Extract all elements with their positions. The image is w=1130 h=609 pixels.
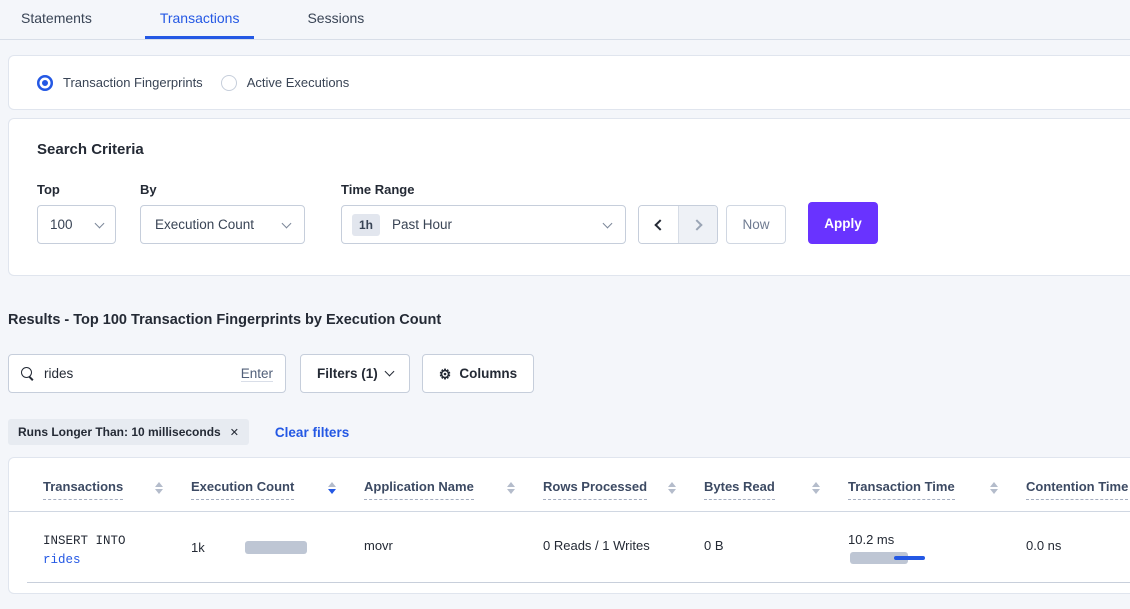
column-header-label: Rows Processed bbox=[543, 479, 647, 500]
remove-filter-icon[interactable]: ✕ bbox=[230, 426, 239, 439]
chevron-down-icon bbox=[603, 218, 613, 228]
sort-icon[interactable] bbox=[990, 482, 998, 494]
radio-active-executions[interactable]: Active Executions bbox=[221, 75, 350, 91]
column-header-rows-processed[interactable]: Rows Processed bbox=[543, 479, 704, 511]
by-field: By Execution Count bbox=[140, 182, 305, 244]
time-range-label: Time Range bbox=[341, 182, 626, 197]
transaction-time-value: 10.2 ms bbox=[848, 532, 1026, 547]
application-name-value: movr bbox=[364, 538, 543, 553]
filters-button-label: Filters (1) bbox=[317, 366, 378, 381]
view-toggle-bar: Transaction Fingerprints Active Executio… bbox=[8, 55, 1130, 110]
radio-label: Active Executions bbox=[247, 75, 350, 90]
search-icon bbox=[21, 367, 34, 380]
transaction-fingerprint-link[interactable]: rides bbox=[43, 551, 191, 570]
chevron-down-icon bbox=[384, 367, 394, 377]
top-label: Top bbox=[37, 182, 116, 197]
sort-icon-active-desc[interactable] bbox=[328, 482, 336, 494]
results-heading: Results - Top 100 Transaction Fingerprin… bbox=[8, 312, 1130, 328]
search-criteria-card: Search Criteria Top 100 By Execution Cou… bbox=[8, 118, 1130, 276]
column-header-contention-time[interactable]: Contention Time bbox=[1026, 479, 1130, 511]
radio-selected-icon bbox=[37, 75, 53, 91]
next-time-window-button[interactable] bbox=[678, 206, 717, 243]
top-select[interactable]: 100 bbox=[37, 205, 116, 244]
rows-processed-cell: 0 Reads / 1 Writes bbox=[543, 532, 704, 582]
execution-count-bar bbox=[245, 541, 307, 554]
execution-count-cell: 1k bbox=[191, 538, 364, 557]
by-select[interactable]: Execution Count bbox=[140, 205, 305, 244]
bytes-read-cell: 0 B bbox=[704, 532, 848, 582]
bytes-read-value: 0 B bbox=[704, 538, 848, 553]
top-field: Top 100 bbox=[37, 182, 116, 244]
column-header-application-name[interactable]: Application Name bbox=[364, 479, 543, 511]
time-range-field: Time Range 1h Past Hour bbox=[341, 182, 626, 244]
transaction-time-bar bbox=[848, 552, 938, 564]
tab-transactions[interactable]: Transactions bbox=[145, 0, 255, 39]
radio-label: Transaction Fingerprints bbox=[63, 75, 203, 90]
sort-icon[interactable] bbox=[668, 482, 676, 494]
table-row: INSERT INTO rides 1k movr 0 Reads / 1 Wr… bbox=[9, 512, 1130, 582]
by-value: Execution Count bbox=[155, 217, 254, 232]
execution-count-value: 1k bbox=[191, 540, 205, 555]
active-filters-row: Runs Longer Than: 10 milliseconds ✕ Clea… bbox=[8, 419, 1130, 445]
search-enter-button[interactable]: Enter bbox=[241, 366, 273, 382]
column-header-label: Execution Count bbox=[191, 479, 294, 500]
radio-transaction-fingerprints[interactable]: Transaction Fingerprints bbox=[37, 75, 203, 91]
sort-icon[interactable] bbox=[507, 482, 515, 494]
column-header-label: Contention Time bbox=[1026, 479, 1128, 500]
column-header-bytes-read[interactable]: Bytes Read bbox=[704, 479, 848, 511]
clear-filters-link[interactable]: Clear filters bbox=[275, 425, 349, 440]
table-header-row: Transactions Execution Count Application… bbox=[9, 458, 1130, 512]
chevron-right-icon bbox=[691, 219, 702, 230]
column-header-label: Transactions bbox=[43, 479, 123, 500]
tab-sessions[interactable]: Sessions bbox=[292, 0, 379, 39]
transaction-time-cell: 10.2 ms bbox=[848, 532, 1026, 582]
previous-time-window-button[interactable] bbox=[639, 206, 678, 243]
column-header-label: Bytes Read bbox=[704, 479, 775, 500]
search-input[interactable] bbox=[44, 366, 241, 381]
fingerprint-search-box: Enter bbox=[8, 354, 286, 393]
filter-pill-label: Runs Longer Than: 10 milliseconds bbox=[18, 425, 221, 439]
column-header-transactions[interactable]: Transactions bbox=[43, 479, 191, 511]
by-label: By bbox=[140, 182, 305, 197]
chevron-down-icon bbox=[282, 218, 292, 228]
time-window-arrows bbox=[638, 205, 718, 244]
application-name-cell: movr bbox=[364, 532, 543, 582]
columns-button-label: Columns bbox=[459, 366, 517, 381]
columns-button[interactable]: ⚙ Columns bbox=[422, 354, 534, 393]
rows-processed-value: 0 Reads / 1 Writes bbox=[543, 538, 704, 553]
now-button[interactable]: Now bbox=[726, 205, 786, 244]
sort-icon[interactable] bbox=[155, 482, 163, 494]
column-header-transaction-time[interactable]: Transaction Time bbox=[848, 479, 1026, 511]
row-divider bbox=[27, 582, 1130, 583]
column-header-label: Application Name bbox=[364, 479, 474, 500]
contention-time-value: 0.0 ns bbox=[1026, 538, 1130, 553]
transactions-table: Transactions Execution Count Application… bbox=[8, 457, 1130, 594]
transaction-statement: INSERT INTO bbox=[43, 532, 191, 551]
gear-icon: ⚙ bbox=[439, 367, 452, 381]
time-range-badge: 1h bbox=[352, 214, 380, 236]
results-toolbar: Enter Filters (1) ⚙ Columns bbox=[8, 354, 1130, 393]
time-range-select[interactable]: 1h Past Hour bbox=[341, 205, 626, 244]
top-value: 100 bbox=[50, 217, 73, 232]
search-criteria-form: Top 100 By Execution Count Time Range 1h… bbox=[37, 182, 1130, 244]
filter-pill: Runs Longer Than: 10 milliseconds ✕ bbox=[8, 419, 249, 445]
chevron-down-icon bbox=[95, 218, 105, 228]
transaction-time-stdev-bar bbox=[894, 556, 925, 560]
sort-icon[interactable] bbox=[812, 482, 820, 494]
contention-time-cell: 0.0 ns bbox=[1026, 532, 1130, 582]
sql-activity-tabbar: Statements Transactions Sessions bbox=[0, 0, 1130, 40]
transaction-cell: INSERT INTO rides bbox=[43, 532, 191, 582]
tab-statements[interactable]: Statements bbox=[6, 0, 107, 39]
time-range-value: Past Hour bbox=[392, 217, 452, 232]
apply-button[interactable]: Apply bbox=[808, 202, 878, 244]
column-header-execution-count[interactable]: Execution Count bbox=[191, 479, 364, 511]
filters-button[interactable]: Filters (1) bbox=[300, 354, 410, 393]
radio-unselected-icon bbox=[221, 75, 237, 91]
chevron-left-icon bbox=[654, 219, 665, 230]
search-criteria-title: Search Criteria bbox=[37, 141, 1130, 158]
column-header-label: Transaction Time bbox=[848, 479, 955, 500]
